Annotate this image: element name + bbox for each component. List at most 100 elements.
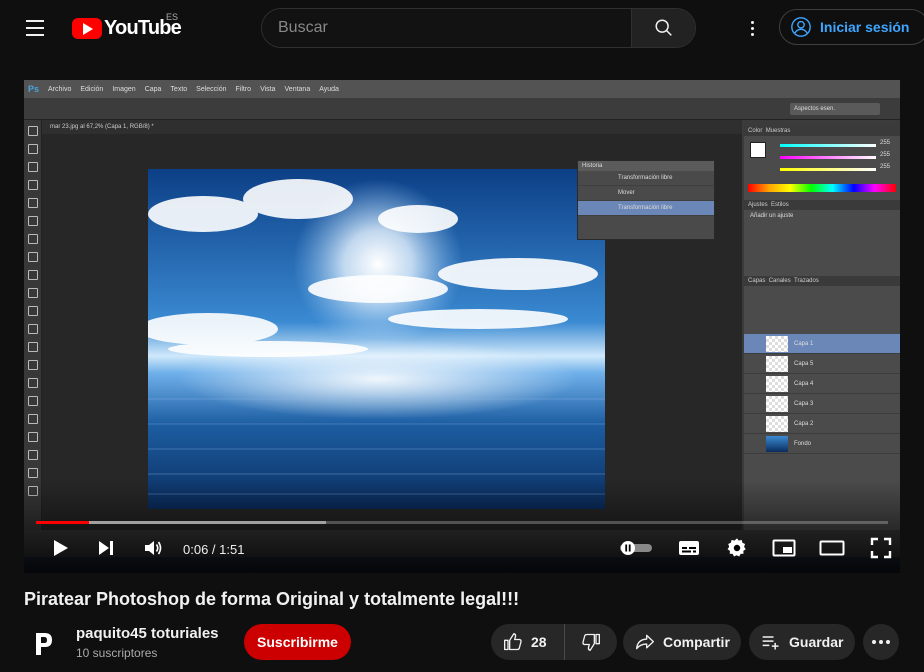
ps-tool-icon — [28, 270, 38, 280]
like-count: 28 — [531, 634, 547, 650]
fullscreen-button[interactable] — [868, 536, 894, 560]
theater-icon — [819, 540, 845, 556]
channel-avatar[interactable] — [24, 624, 64, 664]
ps-layer-row: Capa 5 — [744, 354, 900, 374]
play-icon — [54, 540, 68, 556]
subscribe-button[interactable]: Suscribirme — [244, 624, 351, 660]
play-button[interactable] — [46, 536, 74, 560]
ps-tool-icon — [28, 360, 38, 370]
country-code: ES — [166, 12, 179, 22]
youtube-logo[interactable]: YouTube — [72, 16, 182, 40]
thumbs-down-icon — [582, 633, 600, 651]
ps-color-tabs: Color Muestras — [744, 126, 900, 136]
ps-menu-item: Capa — [144, 85, 162, 93]
next-button[interactable] — [94, 536, 118, 560]
ps-menu-item: Texto — [170, 85, 188, 93]
ps-toolbar — [24, 120, 42, 530]
ps-tab: Color — [748, 128, 763, 134]
ps-menu-item: Edición — [80, 85, 104, 93]
signin-label: Iniciar sesión — [820, 19, 910, 35]
ps-history-item: Mover — [578, 186, 714, 201]
ps-history-panel: Historia Transformación libre Mover Tran… — [577, 160, 715, 240]
ps-tool-icon — [28, 432, 38, 442]
more-actions-button[interactable] — [863, 624, 899, 660]
ps-color-panel: 255 255 255 — [744, 136, 900, 200]
ps-menu-item: Selección — [196, 85, 227, 93]
miniplayer-button[interactable] — [771, 536, 797, 560]
ps-fg-swatch — [750, 142, 766, 158]
ps-slider-b — [780, 168, 876, 171]
ps-tab: Estilos — [771, 202, 789, 208]
ps-tool-icon — [28, 198, 38, 208]
ps-tool-icon — [28, 288, 38, 298]
like-dislike-group: 28 — [491, 624, 617, 660]
ps-menu-item: Ayuda — [319, 85, 339, 93]
ps-menu-item: Vista — [260, 85, 276, 93]
volume-icon — [145, 541, 162, 555]
ps-layer-row: Capa 1 — [744, 334, 900, 354]
progress-played — [36, 521, 89, 524]
ocean-sky-image — [148, 169, 605, 509]
subscriber-count: 10 suscriptores — [76, 646, 158, 660]
ps-tool-icon — [28, 396, 38, 406]
ps-adjust-tabs: Ajustes Estilos — [744, 200, 900, 210]
settings-menu-button[interactable] — [740, 16, 764, 40]
ps-layer-row: Capa 4 — [744, 374, 900, 394]
channel-logo-icon — [36, 633, 52, 655]
fullscreen-icon — [870, 537, 892, 559]
like-button[interactable]: 28 — [491, 624, 565, 660]
search-button[interactable] — [631, 9, 695, 47]
ps-document-tab: mar 23.jpg al 67,2% (Capa 1, RGB/8) * — [42, 120, 742, 134]
channel-name[interactable]: paquito45 toturiales — [76, 625, 219, 642]
search-input[interactable] — [262, 9, 631, 47]
progress-bar[interactable] — [36, 521, 888, 524]
guide-menu-button[interactable] — [20, 12, 52, 44]
theater-button[interactable] — [819, 536, 845, 560]
ps-tab: Capas — [748, 278, 766, 284]
ps-rgb-value: 255 — [880, 140, 891, 146]
ps-tool-icon — [28, 126, 38, 136]
subtitles-icon — [679, 541, 699, 555]
ps-tab: Canales — [768, 278, 791, 284]
mute-button[interactable] — [140, 536, 166, 560]
ps-tab: Trazados — [794, 278, 819, 284]
ps-menu-item: Archivo — [48, 85, 72, 93]
signin-button[interactable]: Iniciar sesión — [779, 9, 924, 45]
search-icon — [654, 19, 672, 36]
settings-button[interactable] — [724, 536, 750, 560]
ps-tool-icon — [28, 414, 38, 424]
ps-logo: Ps — [28, 84, 40, 94]
miniplayer-icon — [772, 539, 796, 557]
subtitles-button[interactable] — [676, 536, 702, 560]
ps-layer-row: Capa 2 — [744, 414, 900, 434]
dislike-button[interactable] — [565, 624, 617, 660]
save-button[interactable]: Guardar — [749, 624, 855, 660]
ps-tool-icon — [28, 252, 38, 262]
time-display: 0:06 / 1:51 — [183, 542, 245, 557]
ps-menu-item: Imagen — [112, 85, 136, 93]
thumbs-up-icon — [504, 633, 522, 651]
ps-tool-icon — [28, 180, 38, 190]
autoplay-toggle[interactable] — [618, 536, 654, 560]
ps-right-panels: Color Muestras 255 255 255 Ajustes Estil… — [744, 126, 900, 530]
ps-slider-g — [780, 156, 876, 159]
ps-tool-icon — [28, 306, 38, 316]
ps-workspace: Aspectos esen. — [790, 103, 880, 115]
gear-icon — [727, 538, 746, 557]
ps-tool-icon — [28, 234, 38, 244]
ps-history-title: Historia — [578, 161, 714, 171]
ps-rgb-value: 255 — [880, 152, 891, 158]
ps-tool-icon — [28, 450, 38, 460]
ps-spectrum — [748, 184, 896, 192]
video-player[interactable]: Ps Archivo Edición Imagen Capa Texto Sel… — [24, 80, 900, 573]
search-box — [261, 8, 696, 48]
next-icon — [99, 541, 113, 555]
ps-adjust-panel: Añadir un ajuste — [744, 210, 900, 276]
ps-layers-tabs: Capas Canales Trazados — [744, 276, 900, 286]
ps-tool-icon — [28, 342, 38, 352]
ps-rgb-value: 255 — [880, 164, 891, 170]
share-button[interactable]: Compartir — [623, 624, 741, 660]
youtube-play-icon — [72, 17, 102, 39]
save-label: Guardar — [789, 634, 844, 650]
ps-layer-row: Fondo — [744, 434, 900, 454]
